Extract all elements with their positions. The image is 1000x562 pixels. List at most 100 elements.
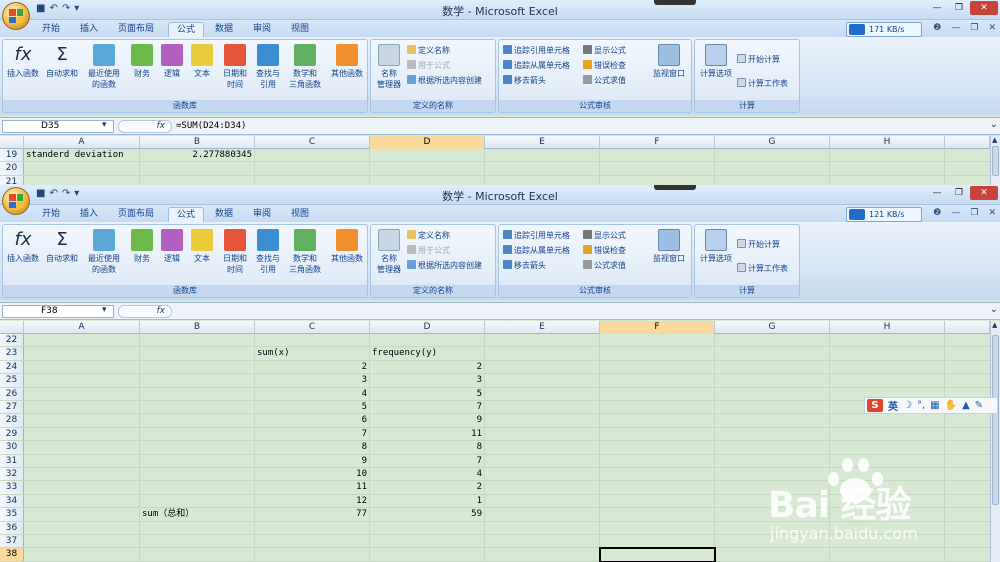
column-header-D[interactable]: D — [370, 321, 485, 334]
tab-1[interactable]: 插入 — [72, 207, 106, 222]
office-button[interactable] — [2, 2, 30, 30]
row-header[interactable]: 28 — [0, 414, 24, 427]
calc-sheet-button[interactable]: 计算工作表 — [737, 263, 788, 274]
name-box[interactable]: D35 — [2, 120, 114, 133]
keyboard-icon[interactable]: ▦ — [930, 400, 939, 411]
punctuation-icon[interactable]: °, — [917, 400, 925, 411]
trace-precedents-button[interactable]: 追踪引用单元格 — [503, 230, 570, 241]
autosum-button[interactable]: Σ 自动求和 — [45, 229, 79, 264]
column-header-B[interactable]: B — [140, 321, 255, 334]
tab-0[interactable]: 开始 — [34, 22, 68, 37]
cell-D25[interactable]: 3 — [370, 374, 485, 386]
ribbon-close-icon[interactable]: ✕ — [988, 208, 996, 218]
row-header[interactable]: 24 — [0, 360, 24, 374]
row-header[interactable]: 34 — [0, 494, 24, 508]
ribbon-minimize-icon[interactable]: — — [951, 208, 960, 218]
row-header[interactable]: 30 — [0, 441, 24, 454]
recent-functions-button[interactable]: 最近使用 的函数 — [83, 229, 125, 275]
cell-C23[interactable]: sum(x) — [257, 347, 290, 359]
tab-6[interactable]: 视图 — [283, 207, 317, 222]
text-button[interactable]: 文本 — [189, 229, 215, 264]
evaluate-formula-button[interactable]: 公式求值 — [583, 260, 626, 271]
row-header[interactable]: 36 — [0, 521, 24, 534]
cell-C34[interactable]: 12 — [255, 495, 370, 507]
scroll-up-icon[interactable]: ▲ — [992, 321, 997, 329]
lookup-reference-button[interactable]: 查找与 引用 — [253, 229, 283, 275]
column-header-F[interactable]: F — [600, 321, 715, 334]
more-functions-button[interactable]: 其他函数 — [327, 44, 367, 79]
cell-C25[interactable]: 3 — [255, 374, 370, 386]
calc-options-button[interactable]: 计算选项 — [697, 44, 735, 79]
cell-D27[interactable]: 7 — [370, 401, 485, 413]
column-header-G[interactable]: G — [715, 321, 830, 334]
name-manager-button[interactable]: 名称 管理器 — [373, 229, 405, 275]
row-header[interactable]: 38 — [0, 548, 24, 561]
ime-toolbar[interactable]: S 英 ☽ °, ▦ ✋ ▲ ✎ — [864, 397, 998, 414]
moon-icon[interactable]: ☽ — [903, 400, 912, 411]
cell-C32[interactable]: 10 — [255, 468, 370, 480]
cell-D26[interactable]: 5 — [370, 388, 485, 400]
close-icon[interactable]: ✕ — [970, 186, 998, 200]
cell-D23[interactable]: frequency(y) — [372, 347, 437, 359]
define-name-button[interactable]: 定义名称 — [407, 45, 450, 56]
column-header-B[interactable]: B — [140, 136, 255, 149]
tab-0[interactable]: 开始 — [34, 207, 68, 222]
column-header-C[interactable]: C — [255, 321, 370, 334]
row-header[interactable]: 32 — [0, 468, 24, 481]
trace-dependents-button[interactable]: 追踪从属单元格 — [503, 245, 570, 256]
column-header-next[interactable] — [945, 321, 990, 334]
logical-button[interactable]: 逻辑 — [159, 229, 185, 264]
formula-input[interactable]: =SUM(D24:D34) — [176, 119, 988, 134]
watch-window-button[interactable]: 监视窗口 — [649, 229, 689, 264]
remove-arrows-button[interactable]: 移去箭头 — [503, 75, 546, 86]
tab-1[interactable]: 插入 — [72, 22, 106, 37]
tab-2[interactable]: 页面布局 — [110, 22, 162, 37]
insert-function-fx-button[interactable]: fx — [118, 305, 172, 318]
tab-2[interactable]: 页面布局 — [110, 207, 162, 222]
scroll-up-icon[interactable]: ▲ — [992, 136, 997, 144]
column-header-E[interactable]: E — [485, 321, 600, 334]
autosum-button[interactable]: Σ 自动求和 — [45, 44, 79, 79]
cell-C30[interactable]: 8 — [255, 441, 370, 453]
cell-D31[interactable]: 7 — [370, 455, 485, 467]
ribbon-close-icon[interactable]: ✕ — [988, 23, 996, 33]
row-header[interactable]: 29 — [0, 427, 24, 441]
cell-D32[interactable]: 4 — [370, 468, 485, 480]
ribbon-minimize-icon[interactable]: — — [951, 23, 960, 33]
create-from-selection-button[interactable]: 根据所选内容创建 — [407, 260, 482, 271]
insert-function-fx-button[interactable]: fx — [118, 120, 172, 133]
row-header[interactable]: 19 — [0, 149, 24, 162]
column-header-E[interactable]: E — [485, 136, 600, 149]
tab-5[interactable]: 审阅 — [245, 207, 279, 222]
cell-C31[interactable]: 9 — [255, 455, 370, 467]
cell-C33[interactable]: 11 — [255, 481, 370, 493]
formula-input[interactable] — [176, 304, 988, 319]
evaluate-formula-button[interactable]: 公式求值 — [583, 75, 626, 86]
trace-precedents-button[interactable]: 追踪引用单元格 — [503, 45, 570, 56]
calc-sheet-button[interactable]: 计算工作表 — [737, 78, 788, 89]
tab-5[interactable]: 审阅 — [245, 22, 279, 37]
trace-dependents-button[interactable]: 追踪从属单元格 — [503, 60, 570, 71]
row-header[interactable]: 35 — [0, 508, 24, 521]
row-header[interactable]: 37 — [0, 535, 24, 548]
cell-D28[interactable]: 9 — [370, 414, 485, 426]
name-box[interactable]: F38 — [2, 305, 114, 318]
ime-mode-label[interactable]: 英 — [888, 398, 898, 413]
cell-A19[interactable]: standerd deviation — [26, 149, 124, 161]
column-header-F[interactable]: F — [600, 136, 715, 149]
calc-now-button[interactable]: 开始计算 — [737, 54, 780, 65]
ribbon-restore-icon[interactable]: ❐ — [970, 208, 978, 218]
vertical-scrollbar[interactable]: ▲ — [990, 136, 1000, 185]
calc-now-button[interactable]: 开始计算 — [737, 239, 780, 250]
shirt-icon[interactable]: ▲ — [962, 400, 970, 411]
financial-button[interactable]: 财务 — [129, 229, 155, 264]
create-from-selection-button[interactable]: 根据所选内容创建 — [407, 75, 482, 86]
row-header[interactable]: 33 — [0, 481, 24, 494]
show-formulas-button[interactable]: 显示公式 — [583, 230, 626, 241]
lookup-reference-button[interactable]: 查找与 引用 — [253, 44, 283, 90]
cell-D34[interactable]: 1 — [370, 495, 485, 507]
cell-C28[interactable]: 6 — [255, 414, 370, 426]
row-header[interactable]: 20 — [0, 162, 24, 175]
cell-C29[interactable]: 7 — [255, 428, 370, 440]
cell-B35[interactable]: sum（总和） — [142, 508, 194, 520]
